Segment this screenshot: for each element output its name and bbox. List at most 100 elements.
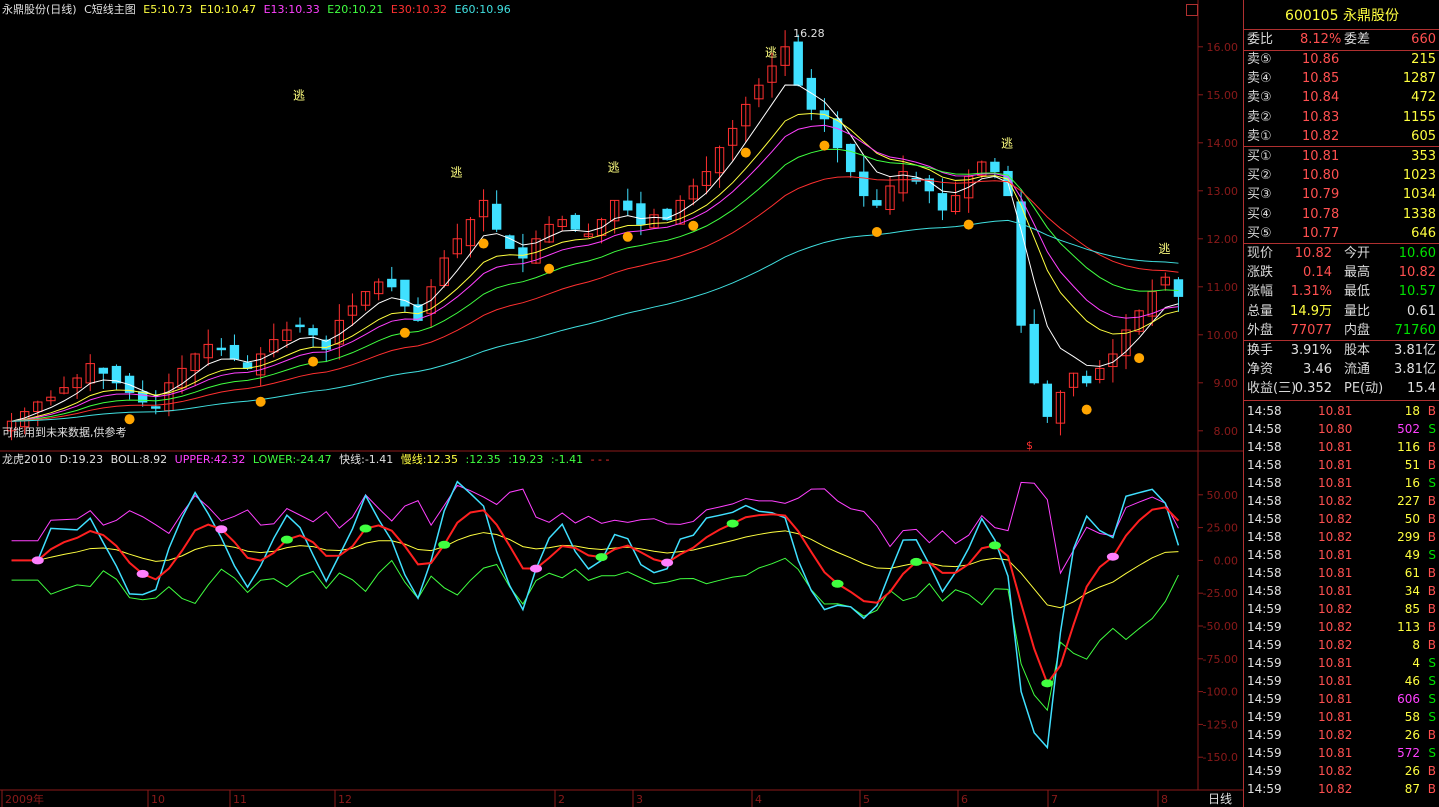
candle-body <box>937 193 948 211</box>
weicha-label: 委差 <box>1344 32 1371 47</box>
order-row[interactable]: 卖③ 10.84 472 <box>1244 89 1439 107</box>
tick-side: B <box>1427 458 1436 472</box>
stock-code-name[interactable]: 600105 永鼎股份 <box>1244 5 1439 25</box>
order-row[interactable]: 买① 10.81 353 <box>1244 148 1439 166</box>
order-row[interactable]: 买④ 10.78 1338 <box>1244 206 1439 224</box>
candle-body <box>570 214 581 230</box>
divider <box>1244 400 1439 401</box>
candle-body <box>98 367 109 374</box>
tick-price: 10.82 <box>1318 764 1353 778</box>
fund-label: PE(动) <box>1344 381 1384 396</box>
tick-volume: 46 <box>1404 674 1420 688</box>
candle-body <box>1173 279 1184 297</box>
order-row[interactable]: 卖④ 10.85 1287 <box>1244 70 1439 88</box>
candle-body <box>491 203 502 230</box>
ind-v2: :19.23 <box>508 453 544 466</box>
weibi-value: 8.12% <box>1300 32 1342 47</box>
order-volume: 1034 <box>1402 187 1436 203</box>
tick-row: 14:59 10.81 4 S <box>1244 654 1439 672</box>
ind-upper: UPPER:42.32 <box>174 453 246 466</box>
tick-time: 14:58 <box>1247 512 1282 526</box>
order-volume: 472 <box>1411 90 1436 106</box>
tick-side: B <box>1427 764 1436 778</box>
tick-price: 10.82 <box>1318 530 1353 544</box>
order-price: 10.77 <box>1302 225 1340 241</box>
buy-signal-icon <box>688 220 699 231</box>
tick-side: S <box>1428 710 1436 724</box>
order-price: 10.82 <box>1302 128 1340 144</box>
price-axis-label: 8.00 <box>1214 425 1239 438</box>
order-label: 买② <box>1247 168 1272 184</box>
order-row[interactable]: 买② 10.80 1023 <box>1244 167 1439 185</box>
ma-e13: E13:10.33 <box>263 3 320 16</box>
order-price: 10.85 <box>1302 71 1340 87</box>
ind-v3: :-1.41 <box>550 453 584 466</box>
order-row[interactable]: 卖① 10.82 605 <box>1244 128 1439 146</box>
tick-price: 10.82 <box>1318 620 1353 634</box>
indicator-signal-icon <box>31 556 44 565</box>
candle-body <box>216 347 227 351</box>
tick-side: B <box>1427 620 1436 634</box>
tick-row: 14:58 10.81 61 B <box>1244 564 1439 582</box>
divider <box>1244 146 1439 147</box>
ma-e60: E60:10.96 <box>454 3 511 16</box>
candle-body <box>859 171 869 197</box>
escape-mark: 逃 <box>450 165 462 179</box>
indicator-signal-icon <box>530 564 542 573</box>
stat-row: 总量 14.9万 量比 0.61 <box>1244 303 1439 321</box>
indicator-axis-label: -125.0 <box>1203 718 1238 731</box>
tick-price: 10.81 <box>1318 566 1353 580</box>
tick-side: S <box>1428 692 1436 706</box>
indicator-signal-icon <box>988 541 1001 550</box>
order-row[interactable]: 买③ 10.79 1034 <box>1244 186 1439 204</box>
time-axis-label: 2 <box>558 793 565 806</box>
candle-body <box>1042 383 1053 417</box>
tick-side: S <box>1428 674 1436 688</box>
chart-area[interactable]: 16.00 15.00 14.00 13.00 12.00 11.00 10.00 9.00 8… <box>0 0 1243 807</box>
stat-value: 1.31% <box>1290 284 1332 300</box>
tick-side: B <box>1427 782 1436 796</box>
tick-price: 10.81 <box>1318 404 1353 418</box>
kline-chart[interactable]: 16.00 15.00 14.00 13.00 12.00 11.00 10.00 9.00 8… <box>0 0 1243 807</box>
order-row[interactable]: 卖② 10.83 1155 <box>1244 109 1439 127</box>
indicator-signal-icon <box>661 558 674 567</box>
indicator-name[interactable]: C短线主图 <box>84 3 136 16</box>
buy-signal-icon <box>124 414 135 425</box>
tick-time: 14:59 <box>1247 746 1282 760</box>
indicator-axis-label: -100.0 <box>1203 686 1238 699</box>
tick-side: B <box>1427 512 1436 526</box>
stat-row: 涨跌 0.14 最高 10.82 <box>1244 264 1439 282</box>
tick-time: 14:58 <box>1247 548 1282 562</box>
tick-time: 14:58 <box>1247 440 1282 454</box>
stat-value: 0.14 <box>1303 265 1332 281</box>
order-price: 10.80 <box>1302 168 1340 184</box>
divider <box>1244 29 1439 30</box>
indicator-signal-icon <box>438 540 451 549</box>
main-chart-header: 永鼎股份(日线) C短线主图 E5:10.73 E10:10.47 E13:10… <box>2 3 515 17</box>
order-row[interactable]: 卖⑤ 10.86 215 <box>1244 51 1439 69</box>
time-axis-label: 2009年 <box>5 792 44 806</box>
candle-body <box>793 41 803 86</box>
stat-value: 77077 <box>1290 322 1332 338</box>
indicator-title[interactable]: 龙虎2010 <box>2 453 52 466</box>
fund-row: 换手 3.91% 股本 3.81亿 <box>1244 342 1439 360</box>
indicator-signal-icon <box>1041 679 1054 688</box>
tick-row: 14:59 10.81 58 S <box>1244 708 1439 726</box>
maximize-icon[interactable] <box>1186 4 1198 16</box>
buy-signal-icon <box>399 327 410 338</box>
ind-fast: 快线:-1.41 <box>339 453 394 466</box>
tick-time: 14:58 <box>1247 404 1282 418</box>
tick-time: 14:59 <box>1247 602 1282 616</box>
period-label: 日线 <box>1208 792 1232 806</box>
buy-signal-icon <box>1081 404 1092 415</box>
buy-signal-icon <box>544 263 555 274</box>
stat-value: 14.9万 <box>1290 303 1332 319</box>
escape-mark: 逃 <box>1001 137 1013 151</box>
tick-side: S <box>1428 422 1436 436</box>
time-axis-label: 5 <box>863 793 870 806</box>
candle-body <box>295 324 305 328</box>
order-price: 10.84 <box>1302 90 1340 106</box>
tick-time: 14:58 <box>1247 494 1282 508</box>
order-row[interactable]: 买⑤ 10.77 646 <box>1244 225 1439 243</box>
tick-price: 10.82 <box>1318 638 1353 652</box>
